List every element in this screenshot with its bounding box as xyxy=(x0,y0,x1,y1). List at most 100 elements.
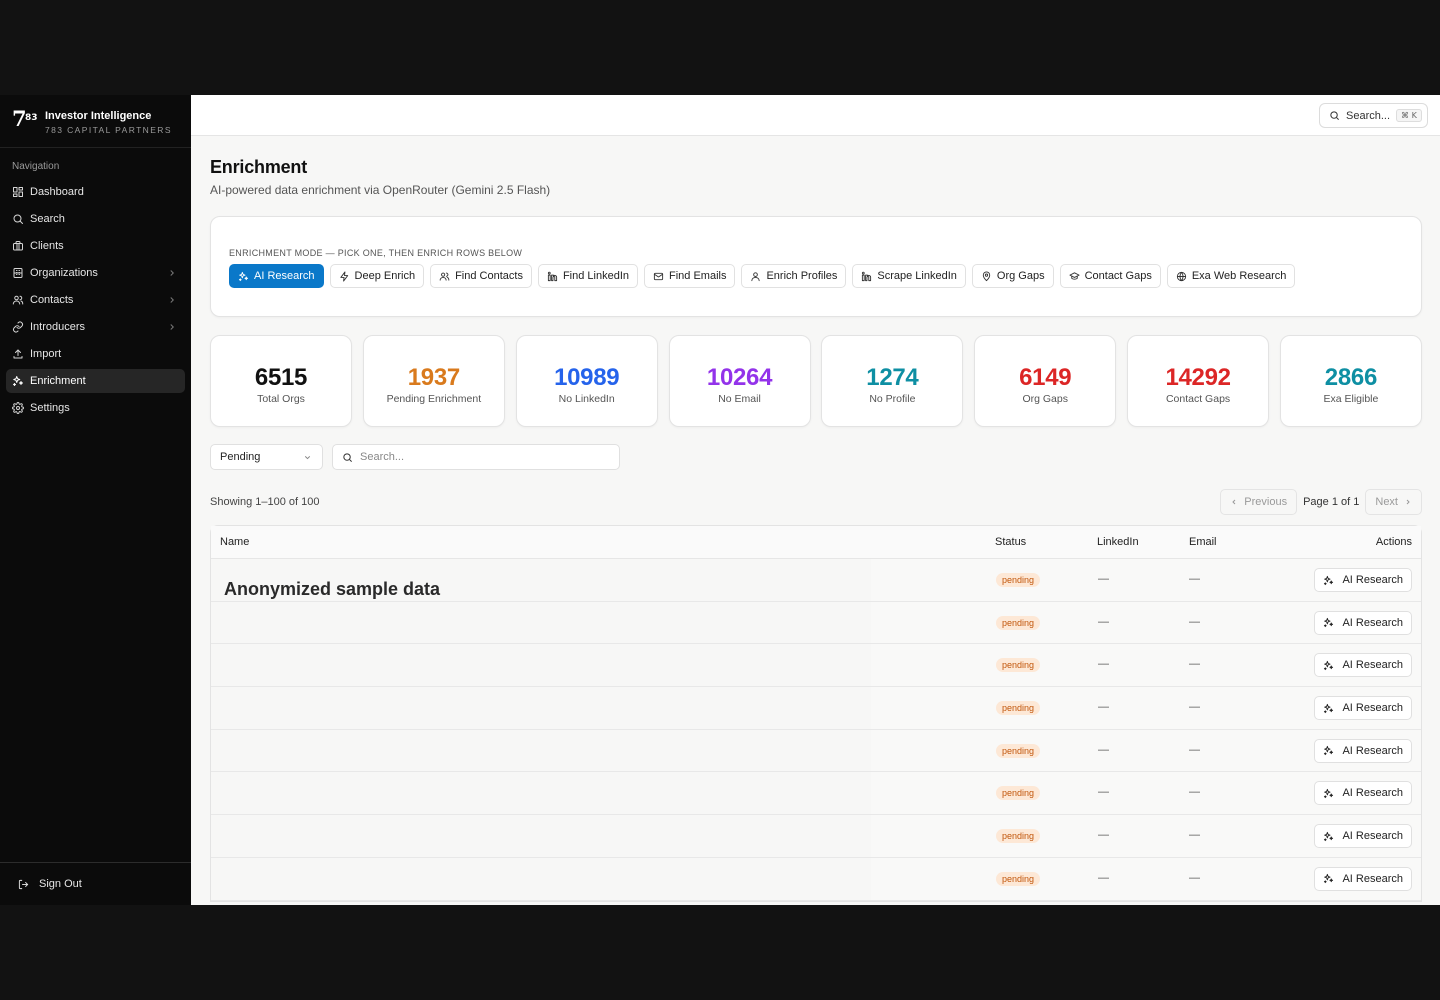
row-ai-research-button[interactable]: AI Research xyxy=(1314,610,1412,635)
sidebar-item-settings[interactable]: Settings xyxy=(6,396,185,420)
next-page-button[interactable]: Next xyxy=(1365,489,1422,515)
mode-button-find-linkedin[interactable]: Find LinkedIn xyxy=(537,264,638,288)
sidebar-item-label: Import xyxy=(30,348,62,360)
redacted-name-cell xyxy=(211,857,871,900)
nav-list: Dashboard Search Clients Organizations Conta… xyxy=(0,180,191,420)
search-icon xyxy=(1330,111,1339,120)
row-ai-research-button[interactable]: AI Research xyxy=(1314,653,1412,678)
mode-button-contact-gaps[interactable]: Contact Gaps xyxy=(1059,264,1161,288)
stat-card-contact-gaps: 14292 Contact Gaps xyxy=(1127,335,1270,427)
mode-button-find-contacts[interactable]: Find Contacts xyxy=(430,264,532,288)
status-badge: pending xyxy=(996,701,1041,716)
linkedin-icon xyxy=(547,271,558,281)
stat-card-org-gaps: 6149 Org Gaps xyxy=(974,335,1117,427)
sidebar: 7 83 Investor Intelligence 783 CAPITAL PA… xyxy=(0,95,191,905)
row-ai-research-button[interactable]: AI Research xyxy=(1314,824,1412,849)
previous-page-button[interactable]: Previous xyxy=(1220,489,1298,515)
stat-label: Contact Gaps xyxy=(1165,393,1231,405)
app-window: 7 83 Investor Intelligence 783 CAPITAL PA… xyxy=(0,95,1440,905)
sidebar-item-contacts[interactable]: Contacts xyxy=(6,288,185,312)
page-subtitle: AI-powered data enrichment via OpenRoute… xyxy=(210,183,551,197)
redacted-name-cell xyxy=(211,601,871,644)
row-ai-research-button[interactable]: AI Research xyxy=(1314,696,1412,721)
gear-icon xyxy=(12,402,24,414)
dashboard-icon xyxy=(12,186,24,198)
user-icon xyxy=(751,271,761,281)
chevron-right-icon xyxy=(170,324,174,330)
sparkles-icon xyxy=(1324,660,1334,670)
stat-label: Exa Eligible xyxy=(1323,393,1379,405)
linkedin-cell: — xyxy=(1098,658,1109,671)
brand-logo: 7 83 xyxy=(12,106,38,131)
stat-card-exa-eligible: 2866 Exa Eligible xyxy=(1279,335,1422,427)
sidebar-item-search[interactable]: Search xyxy=(6,207,185,231)
row-action-label: AI Research xyxy=(1342,787,1403,800)
table-row[interactable]: pending — — AI Research xyxy=(211,601,1421,645)
chevron-right-icon xyxy=(170,270,174,276)
stat-card-no-profile: 1274 No Profile xyxy=(821,335,964,427)
briefcase-icon xyxy=(12,240,24,252)
sparkles-icon xyxy=(1324,746,1334,756)
table-header: Name Status LinkedIn Email Actions xyxy=(211,526,1421,559)
sidebar-item-organizations[interactable]: Organizations xyxy=(6,261,185,285)
mode-button-find-emails[interactable]: Find Emails xyxy=(644,264,736,288)
mode-button-deep-enrich[interactable]: Deep Enrich xyxy=(329,264,425,288)
stat-card-no-email: 10264 No Email xyxy=(668,335,811,427)
status-filter-select[interactable]: Pending xyxy=(210,444,323,470)
status-badge: pending xyxy=(996,871,1041,886)
row-ai-research-button[interactable]: AI Research xyxy=(1314,738,1412,763)
mode-button-org-gaps[interactable]: Org Gaps xyxy=(971,264,1054,288)
table-search-input[interactable]: Search... xyxy=(332,444,620,470)
email-cell: — xyxy=(1189,871,1200,884)
row-action-label: AI Research xyxy=(1342,872,1403,885)
column-header-linkedin[interactable]: LinkedIn xyxy=(1097,536,1139,548)
stat-value: 14292 xyxy=(1165,364,1231,391)
sidebar-item-clients[interactable]: Clients xyxy=(6,234,185,258)
table-row[interactable]: pending — — AI Research xyxy=(211,687,1421,730)
mode-button-exa-web-research[interactable]: Exa Web Research xyxy=(1166,264,1296,288)
row-ai-research-button[interactable]: AI Research xyxy=(1314,568,1412,592)
sidebar-item-dashboard[interactable]: Dashboard xyxy=(6,180,185,204)
stat-value: 1274 xyxy=(866,364,919,391)
sign-out-label: Sign Out xyxy=(39,878,82,890)
mode-button-scrape-linkedin[interactable]: Scrape LinkedIn xyxy=(852,264,966,288)
sidebar-item-import[interactable]: Import xyxy=(6,342,185,366)
table-row[interactable]: pending — — AI Research xyxy=(211,815,1421,858)
status-badge: pending xyxy=(996,658,1041,673)
row-action-label: AI Research xyxy=(1342,702,1403,715)
sparkles-icon xyxy=(238,271,249,281)
mode-button-enrich-profiles[interactable]: Enrich Profiles xyxy=(741,264,847,288)
mode-button-ai-research[interactable]: AI Research xyxy=(229,264,324,288)
search-icon xyxy=(12,213,24,225)
mode-button-label: Find Emails xyxy=(669,270,727,282)
redacted-name-cell xyxy=(211,772,871,815)
email-cell: — xyxy=(1189,701,1200,714)
sparkles-icon xyxy=(13,376,23,386)
table-row[interactable]: pending — — AI Research xyxy=(211,729,1421,773)
column-header-status[interactable]: Status xyxy=(995,536,1026,548)
stat-value: 10989 xyxy=(554,364,620,391)
row-ai-research-button[interactable]: AI Research xyxy=(1314,781,1412,806)
sidebar-item-introducers[interactable]: Introducers xyxy=(6,315,185,339)
sidebar-item-enrichment[interactable]: Enrichment xyxy=(6,369,185,393)
enrichment-table: Name Status LinkedIn Email Actions Anony… xyxy=(210,525,1422,902)
stat-label: Org Gaps xyxy=(1022,393,1068,405)
global-search-button[interactable]: Search... ⌘ K xyxy=(1319,103,1428,128)
table-row[interactable]: pending — — AI Research xyxy=(211,644,1421,688)
sign-out-button[interactable]: Sign Out xyxy=(0,862,191,905)
linkedin-cell: — xyxy=(1098,701,1109,714)
row-ai-research-button[interactable]: AI Research xyxy=(1314,866,1412,891)
table-row[interactable]: pending — — AI Research xyxy=(211,857,1421,901)
linkedin-cell: — xyxy=(1098,871,1109,884)
sidebar-item-label: Enrichment xyxy=(30,375,86,387)
brand-subtitle: 783 CAPITAL PARTNERS xyxy=(45,125,172,135)
column-header-name[interactable]: Name xyxy=(220,536,249,548)
page-title: Enrichment xyxy=(210,157,308,177)
email-cell: — xyxy=(1189,658,1200,671)
main-content: Search... ⌘ K Enrichment AI-powered data… xyxy=(191,95,1440,905)
table-row[interactable]: pending — — AI Research xyxy=(211,772,1421,816)
mode-button-label: Exa Web Research xyxy=(1191,270,1287,282)
table-row[interactable]: Anonymized sample data pending — — AI Resear… xyxy=(211,559,1421,602)
column-header-email[interactable]: Email xyxy=(1189,536,1217,548)
mode-button-label: Deep Enrich xyxy=(354,270,416,282)
